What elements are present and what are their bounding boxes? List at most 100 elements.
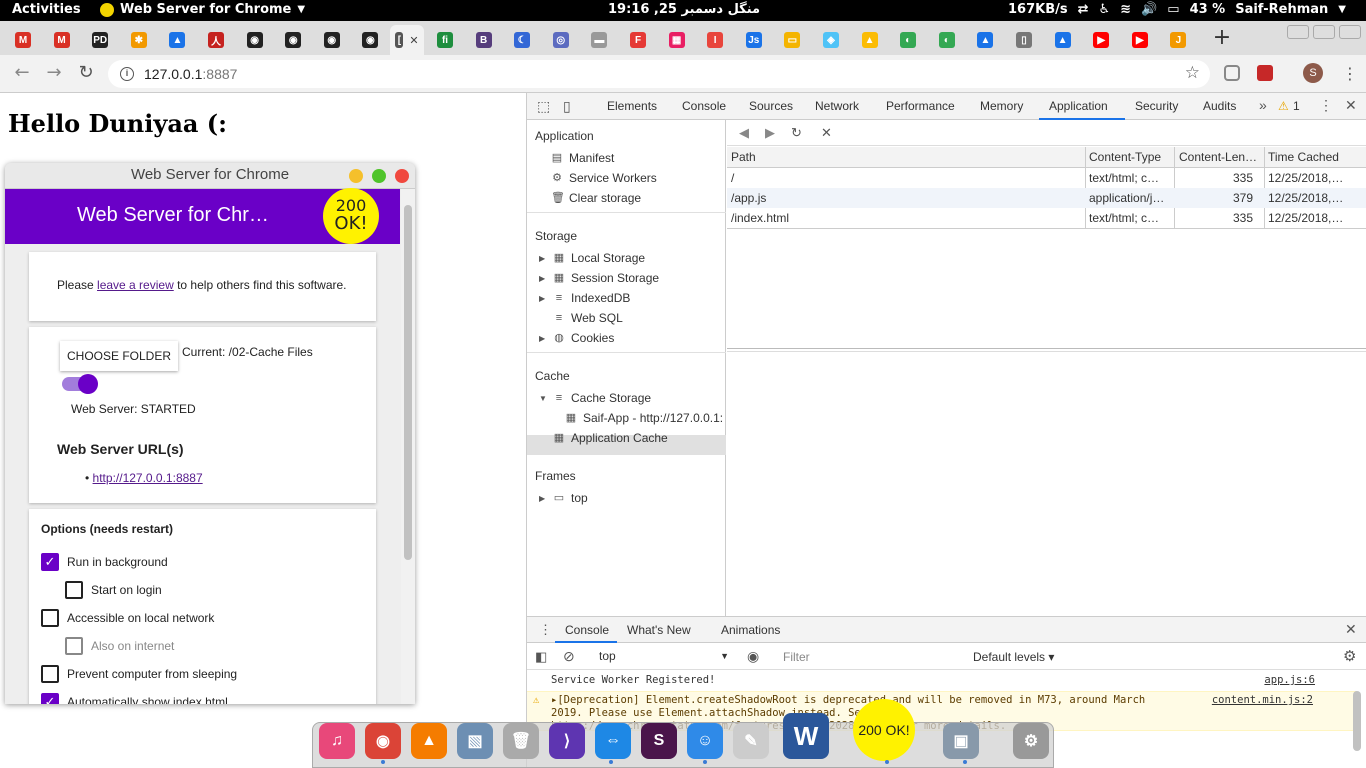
forward-button[interactable]: → <box>44 64 64 82</box>
console-scrollbar[interactable] <box>1353 691 1361 751</box>
table-row[interactable]: /app.js application/j… 379 12/25/2018,… <box>727 188 1366 208</box>
option-checkbox[interactable]: ✓ <box>41 553 59 571</box>
activities-button[interactable]: Activities <box>12 2 81 17</box>
sidebar-item-service-workers[interactable]: ⚙ Service Workers <box>551 171 657 185</box>
browser-tab[interactable]: I <box>696 25 734 55</box>
address-bar[interactable]: i 127.0.0.1:8887 ☆ <box>108 60 1210 88</box>
browser-tab[interactable]: ▬ <box>580 25 618 55</box>
browser-tab[interactable]: F <box>619 25 657 55</box>
drawer-tab-console[interactable]: Console <box>565 623 609 637</box>
slack-icon[interactable]: S <box>641 723 677 759</box>
devtools-menu-icon[interactable]: ⋮ <box>1319 97 1333 114</box>
sidebar-item-clear-storage[interactable]: 🗑 Clear storage <box>551 191 641 205</box>
bookmark-extension-icon[interactable] <box>1257 65 1273 81</box>
browser-tab[interactable]: M <box>43 25 81 55</box>
browser-tab[interactable]: ◉ <box>236 25 274 55</box>
previous-page-icon[interactable]: ◀ <box>739 125 749 141</box>
browser-tab[interactable]: ▶ <box>1121 25 1159 55</box>
table-row[interactable]: /index.html text/html; c… 335 12/25/2018,… <box>727 208 1366 228</box>
itunes-icon[interactable]: ♫ <box>319 723 355 759</box>
server-url-link[interactable]: http://127.0.0.1:8887 <box>93 471 203 485</box>
browser-tab[interactable]: ◐ <box>928 25 966 55</box>
choose-folder-button[interactable]: CHOOSE FOLDER <box>60 341 179 371</box>
browser-tab[interactable]: ◉ <box>274 25 312 55</box>
sidebar-item-web-sql[interactable]: ≡ Web SQL <box>553 311 623 325</box>
expand-arrow-icon[interactable]: ▶ <box>539 274 547 283</box>
back-button[interactable]: ← <box>12 64 32 82</box>
eye-icon[interactable]: ◉ <box>747 648 759 665</box>
review-link[interactable]: leave a review <box>97 278 174 292</box>
column-header-time-cached[interactable]: Time Cached <box>1268 150 1339 164</box>
sidebar-item-indexeddb[interactable]: ▶ ≡ IndexedDB <box>539 291 630 305</box>
clear-console-icon[interactable]: ⊘ <box>563 648 575 665</box>
browser-tab[interactable]: M <box>4 25 42 55</box>
maximize-dot[interactable] <box>372 169 386 183</box>
close-tab-icon[interactable]: ✕ <box>409 34 418 47</box>
new-tab-button[interactable]: + <box>1208 26 1236 52</box>
close-dot[interactable] <box>395 169 409 183</box>
browser-tab[interactable]: ▯ <box>1005 25 1043 55</box>
collapse-arrow-icon[interactable]: ▼ <box>539 394 547 403</box>
browser-tab[interactable]: B <box>465 25 503 55</box>
browser-tab[interactable]: ▶ <box>1082 25 1120 55</box>
browser-tab[interactable]: Js <box>735 25 773 55</box>
sidebar-item-cache-storage[interactable]: ▼ ≡ Cache Storage <box>539 391 651 405</box>
message-source-link[interactable]: content.min.js:2 <box>1212 694 1313 707</box>
webserver-icon[interactable]: 200 OK! <box>853 699 915 761</box>
tab-security[interactable]: Security <box>1135 99 1178 113</box>
trash-icon[interactable]: 🗑 <box>503 723 539 759</box>
scrollbar-thumb[interactable] <box>404 205 412 560</box>
console-filter-input[interactable]: Filter <box>777 647 967 667</box>
close-window-button[interactable] <box>1339 25 1361 39</box>
vlc-icon[interactable]: ▲ <box>411 723 447 759</box>
chrome-icon[interactable]: ◉ <box>365 723 401 759</box>
bookmark-star-icon[interactable]: ☆ <box>1185 63 1200 83</box>
info-icon[interactable]: i <box>120 67 134 81</box>
tab-application[interactable]: Application <box>1049 99 1108 113</box>
browser-tab[interactable]: ▦ <box>658 25 696 55</box>
reload-button[interactable]: ↻ <box>76 64 96 82</box>
expand-arrow-icon[interactable]: ▶ <box>539 294 547 303</box>
sidebar-item-cookies[interactable]: ▶ ◍ Cookies <box>539 331 614 345</box>
message-source-link[interactable]: app.js:6 <box>1264 674 1315 686</box>
preview-splitter[interactable] <box>727 348 1366 349</box>
refresh-icon[interactable]: ↻ <box>791 125 802 141</box>
avatar[interactable]: S <box>1303 63 1323 83</box>
sidebar-item-session-storage[interactable]: ▶ ▦ Session Storage <box>539 271 659 285</box>
more-tabs-button[interactable]: » <box>1259 97 1267 113</box>
maximize-button[interactable] <box>1313 25 1335 39</box>
option-checkbox[interactable]: ✓ <box>41 693 59 704</box>
column-header-path[interactable]: Path <box>731 150 756 164</box>
option-checkbox[interactable] <box>65 581 83 599</box>
context-select[interactable]: top ▼ <box>599 649 729 663</box>
textedit-icon[interactable]: ✎ <box>733 723 769 759</box>
browser-tab[interactable]: ▭ <box>773 25 811 55</box>
tab-elements[interactable]: Elements <box>607 99 657 113</box>
browser-tab[interactable]: ▲ <box>851 25 889 55</box>
sidebar-item-local-storage[interactable]: ▶ ▦ Local Storage <box>539 251 645 265</box>
app-menu[interactable]: Web Server for Chrome ▼ <box>100 2 305 17</box>
status-area[interactable]: 167KB/s ⇄ ♿ ≋ 🔊 ▭ 43 % Saif-Rehman ▼ <box>1008 2 1346 17</box>
inspect-element-icon[interactable]: ⬚ <box>537 98 550 115</box>
column-header-content-type[interactable]: Content-Type <box>1089 150 1161 164</box>
browser-tab[interactable]: ◎ <box>542 25 580 55</box>
browser-tab[interactable]: ◉ <box>351 25 389 55</box>
next-page-icon[interactable]: ▶ <box>765 125 775 141</box>
delete-icon[interactable]: ✕ <box>821 125 832 141</box>
browser-tab[interactable]: J <box>1159 25 1197 55</box>
tab-memory[interactable]: Memory <box>980 99 1023 113</box>
drawer-menu-icon[interactable]: ⋮ <box>539 622 552 638</box>
clock[interactable]: منگل دسمبر 25, 19:16 <box>608 2 760 17</box>
minimize-dot[interactable] <box>349 169 363 183</box>
server-toggle[interactable] <box>62 374 98 394</box>
warning-icon[interactable]: ⚠ <box>1278 99 1289 113</box>
browser-tab[interactable]: fi <box>426 25 464 55</box>
window-titlebar[interactable]: Web Server for Chrome <box>5 163 415 189</box>
browser-tab[interactable]: ✱ <box>120 25 158 55</box>
tab-sources[interactable]: Sources <box>749 99 793 113</box>
browser-menu-icon[interactable]: ⋮ <box>1342 64 1358 83</box>
browser-tab[interactable]: ◉ <box>313 25 351 55</box>
sidebar-item-manifest[interactable]: ▤ Manifest <box>551 151 615 165</box>
option-checkbox[interactable] <box>41 665 59 683</box>
system-icon[interactable]: ⚙ <box>1013 723 1049 759</box>
